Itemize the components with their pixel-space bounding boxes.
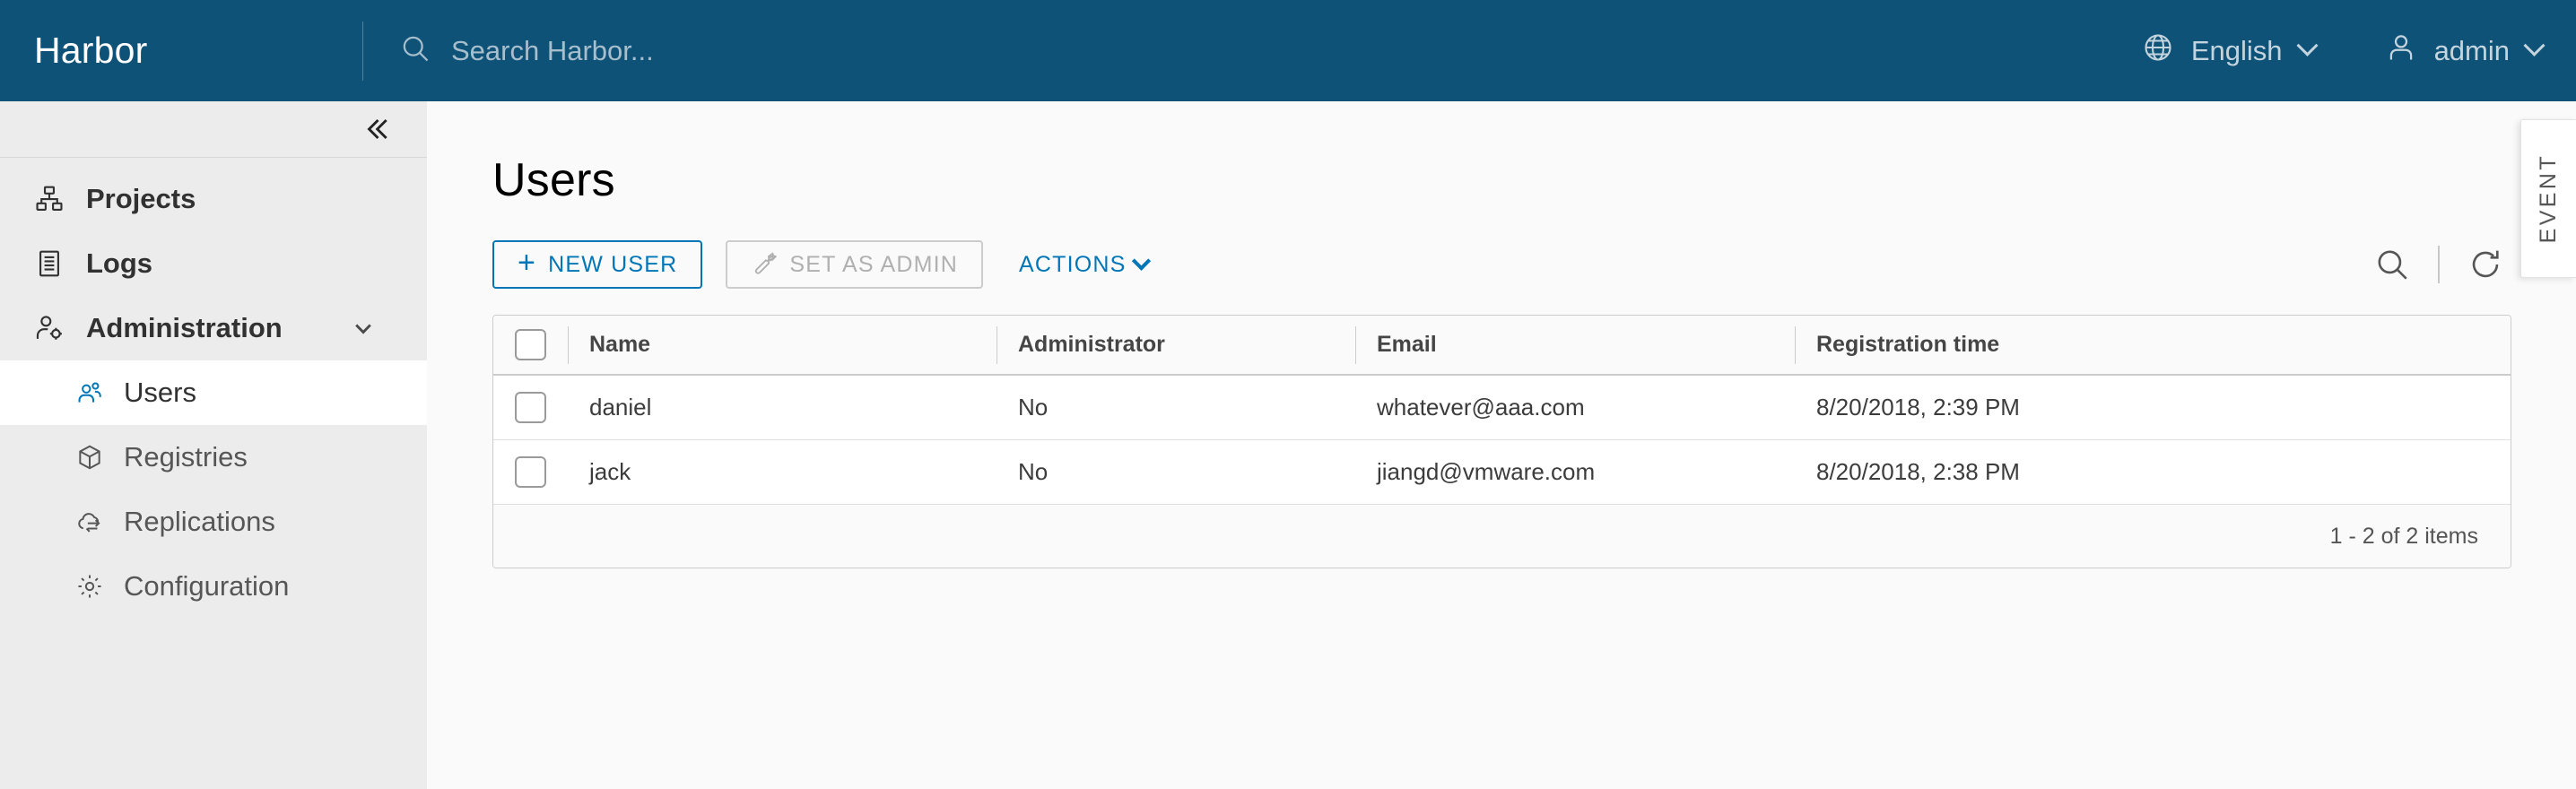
replications-icon: [75, 507, 104, 536]
row-select-cell: [493, 376, 568, 439]
sidebar-item-users[interactable]: Users: [0, 360, 427, 425]
sidebar: Projects Logs Administrat: [0, 101, 427, 789]
event-tab-label: EVENT: [2536, 153, 2562, 243]
configuration-icon: [75, 572, 104, 601]
user-label: admin: [2434, 35, 2510, 67]
sidebar-item-replications[interactable]: Replications: [0, 490, 427, 554]
sidebar-item-label: Administration: [86, 312, 283, 344]
chevron-down-icon[interactable]: [348, 313, 379, 343]
cell-registration-time: 8/20/2018, 2:39 PM: [1795, 376, 2511, 439]
users-table: Name Administrator Email Registration ti…: [492, 315, 2511, 568]
actions-label: ACTIONS: [1019, 252, 1127, 278]
sidebar-item-projects[interactable]: Projects: [0, 167, 427, 231]
action-toolbar: + NEW USER SET AS ADMIN ACTIONS: [492, 239, 2511, 290]
cell-administrator: No: [996, 440, 1355, 504]
actions-dropdown[interactable]: ACTIONS: [1019, 252, 1148, 278]
set-as-admin-button[interactable]: SET AS ADMIN: [726, 240, 983, 289]
column-header-email[interactable]: Email: [1355, 316, 1795, 374]
pagination-summary: 1 - 2 of 2 items: [2330, 524, 2478, 550]
sidebar-nav: Projects Logs Administrat: [0, 158, 427, 619]
sidebar-item-label: Logs: [86, 247, 152, 280]
toolbar-divider: [2438, 246, 2440, 283]
user-menu[interactable]: admin: [2385, 31, 2542, 71]
new-user-label: NEW USER: [548, 252, 677, 278]
toolbar-right-actions: [2366, 238, 2511, 290]
column-header-registration-time[interactable]: Registration time: [1795, 316, 2511, 374]
row-checkbox[interactable]: [515, 392, 546, 423]
globe-icon: [2142, 31, 2174, 71]
users-icon: [75, 378, 104, 407]
logs-icon: [34, 248, 65, 279]
cell-name: jack: [568, 440, 996, 504]
search-placeholder-text: Search Harbor...: [451, 35, 654, 67]
main-content: Users + NEW USER SET AS ADMIN ACTIONS: [427, 101, 2576, 789]
registries-icon: [75, 443, 104, 472]
global-search[interactable]: Search Harbor...: [363, 32, 2142, 69]
table-header-row: Name Administrator Email Registration ti…: [493, 316, 2511, 376]
refresh-button[interactable]: [2459, 238, 2511, 290]
table-search-button[interactable]: [2366, 238, 2418, 290]
cell-email: whatever@aaa.com: [1355, 376, 1795, 439]
language-label: English: [2191, 35, 2283, 67]
sidebar-item-label: Replications: [124, 506, 275, 538]
select-all-cell: [493, 316, 568, 374]
row-select-cell: [493, 440, 568, 504]
table-row[interactable]: daniel No whatever@aaa.com 8/20/2018, 2:…: [493, 376, 2511, 440]
plus-icon: +: [518, 247, 536, 278]
chevron-down-icon: [1131, 251, 1150, 270]
sidebar-item-label: Projects: [86, 183, 196, 215]
set-as-admin-label: SET AS ADMIN: [789, 252, 958, 278]
sidebar-item-label: Configuration: [124, 570, 289, 603]
app-header: Harbor Search Harbor... English: [0, 0, 2576, 101]
new-user-button[interactable]: + NEW USER: [492, 240, 702, 289]
page-title: Users: [492, 153, 2576, 207]
user-icon: [2385, 31, 2417, 71]
sidebar-item-label: Users: [124, 377, 196, 409]
table-row[interactable]: jack No jiangd@vmware.com 8/20/2018, 2:3…: [493, 440, 2511, 505]
table-footer: 1 - 2 of 2 items: [493, 505, 2511, 568]
cell-administrator: No: [996, 376, 1355, 439]
sidebar-item-configuration[interactable]: Configuration: [0, 554, 427, 619]
cell-registration-time: 8/20/2018, 2:38 PM: [1795, 440, 2511, 504]
search-icon: [399, 32, 431, 69]
chevron-down-icon: [2523, 35, 2545, 56]
cell-email: jiangd@vmware.com: [1355, 440, 1795, 504]
sidebar-item-registries[interactable]: Registries: [0, 425, 427, 490]
wrench-icon: [751, 248, 778, 282]
administration-icon: [34, 313, 65, 343]
row-checkbox[interactable]: [515, 456, 546, 488]
cell-name: daniel: [568, 376, 996, 439]
language-selector[interactable]: English: [2142, 31, 2315, 71]
sidebar-item-logs[interactable]: Logs: [0, 231, 427, 296]
select-all-checkbox[interactable]: [515, 329, 546, 360]
header-actions: English admin: [2142, 31, 2576, 71]
projects-icon: [34, 184, 65, 214]
sidebar-item-label: Registries: [124, 441, 248, 473]
collapse-sidebar-button[interactable]: [358, 111, 394, 147]
chevron-down-icon: [2296, 35, 2318, 56]
sidebar-item-administration[interactable]: Administration: [0, 296, 427, 360]
column-header-name[interactable]: Name: [568, 316, 996, 374]
sidebar-header: [0, 101, 427, 158]
event-tab[interactable]: EVENT: [2520, 119, 2576, 278]
column-header-administrator[interactable]: Administrator: [996, 316, 1355, 374]
app-brand: Harbor: [0, 30, 362, 72]
